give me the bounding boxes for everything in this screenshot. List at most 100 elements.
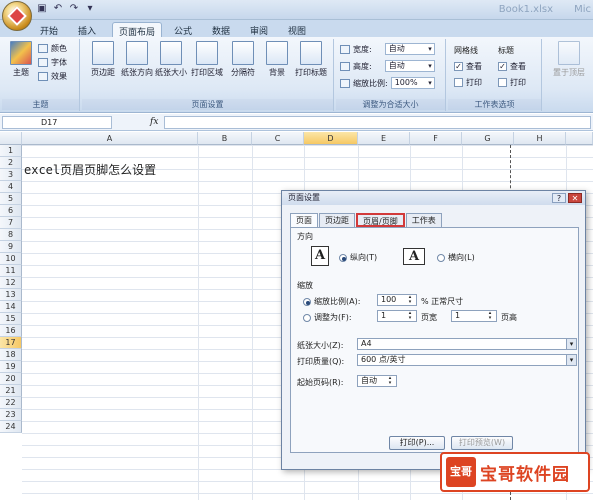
tab-home[interactable]: 开始 xyxy=(34,22,64,38)
colors-button[interactable]: 颜色 xyxy=(38,43,67,54)
print-titles-button[interactable]: 打印标题 xyxy=(294,41,328,78)
tab-sheet[interactable]: 工作表 xyxy=(405,213,442,227)
tab-margins[interactable]: 页边距 xyxy=(319,213,355,227)
help-icon[interactable]: ? xyxy=(552,193,566,203)
pages-tall-spinner[interactable]: 1 xyxy=(451,310,497,322)
row-header[interactable]: 8 xyxy=(0,229,22,241)
landscape-radio[interactable]: 横向(L) xyxy=(437,252,475,263)
close-icon[interactable]: ✕ xyxy=(568,193,582,203)
width-combo[interactable]: 自动 xyxy=(384,43,435,55)
headings-print-checkbox[interactable]: 打印 xyxy=(498,77,526,88)
adjust-spinner[interactable]: 100 xyxy=(377,294,417,306)
tab-view[interactable]: 视图 xyxy=(282,22,312,38)
height-combo[interactable]: 自动 xyxy=(384,60,435,72)
radio-icon xyxy=(339,253,347,262)
row-header[interactable]: 9 xyxy=(0,241,22,253)
row-header[interactable]: 16 xyxy=(0,325,22,337)
scale-spinner[interactable]: 100% xyxy=(390,77,435,89)
row-header[interactable]: 7 xyxy=(0,217,22,229)
redo-icon[interactable]: ↷ xyxy=(68,3,80,15)
row-header[interactable]: 4 xyxy=(0,181,22,193)
customize-qat-icon[interactable]: ▾ xyxy=(84,3,96,15)
headings-view-checkbox[interactable]: ✓ 查看 xyxy=(498,61,526,72)
cell-a1[interactable]: excel页眉页脚怎么设置 xyxy=(24,161,156,178)
size-button[interactable]: 纸张大小 xyxy=(154,41,188,78)
gridlines-view-checkbox[interactable]: ✓ 查看 xyxy=(454,61,482,72)
tab-formulas[interactable]: 公式 xyxy=(168,22,198,38)
adjust-unit-label: % 正常尺寸 xyxy=(421,297,464,306)
row-header[interactable]: 6 xyxy=(0,205,22,217)
save-icon[interactable]: ▣ xyxy=(36,3,48,15)
row-header[interactable]: 12 xyxy=(0,277,22,289)
checkbox-icon xyxy=(454,78,463,87)
orientation-button[interactable]: 纸张方向 xyxy=(120,41,154,78)
adjust-to-radio[interactable]: 缩放比例(A): xyxy=(303,296,360,307)
watermark-badge: 宝哥 xyxy=(446,457,476,487)
select-all-corner[interactable] xyxy=(0,132,22,145)
column-header-e[interactable]: E xyxy=(358,132,410,145)
tab-review[interactable]: 审阅 xyxy=(244,22,274,38)
row-header[interactable]: 15 xyxy=(0,313,22,325)
row-header[interactable]: 18 xyxy=(0,349,22,361)
formula-input[interactable] xyxy=(164,116,591,129)
column-header-partial[interactable] xyxy=(566,132,593,145)
tab-insert[interactable]: 插入 xyxy=(72,22,102,38)
dialog-title-bar[interactable]: 页面设置 ? ✕ xyxy=(282,191,585,205)
row-header[interactable]: 3 xyxy=(0,169,22,181)
column-header-g[interactable]: G xyxy=(462,132,514,145)
grid-divider xyxy=(252,145,253,500)
column-header-b[interactable]: B xyxy=(198,132,252,145)
row-header[interactable]: 11 xyxy=(0,265,22,277)
quick-access-toolbar: ▣ ↶ ↷ ▾ xyxy=(36,3,96,15)
scale-to-fit-group: 宽度:自动 高度:自动 缩放比例:100% 调整为合适大小 xyxy=(336,39,446,111)
pages-wide-spinner[interactable]: 1 xyxy=(377,310,417,322)
print-area-icon xyxy=(196,41,218,65)
row-header[interactable]: 10 xyxy=(0,253,22,265)
row-header[interactable]: 23 xyxy=(0,409,22,421)
column-header-c[interactable]: C xyxy=(252,132,304,145)
print-area-button[interactable]: 打印区域 xyxy=(190,41,224,78)
effects-icon xyxy=(38,72,48,81)
print-preview-button[interactable]: 打印预览(W) xyxy=(451,436,513,450)
themes-icon xyxy=(10,41,32,65)
fit-to-radio[interactable]: 调整为(F): xyxy=(303,312,352,323)
paper-size-select[interactable]: A4 xyxy=(357,338,577,350)
background-button[interactable]: 背景 xyxy=(260,41,294,78)
name-box[interactable]: D17 xyxy=(2,116,112,129)
tab-data[interactable]: 数据 xyxy=(206,22,236,38)
print-quality-select[interactable]: 600 点/英寸 xyxy=(357,354,577,366)
effects-button[interactable]: 效果 xyxy=(38,71,67,82)
height-row: 高度: 自动 xyxy=(340,60,435,72)
first-page-input[interactable]: 自动 xyxy=(357,375,397,387)
column-header-f[interactable]: F xyxy=(410,132,462,145)
column-header-h[interactable]: H xyxy=(514,132,566,145)
tab-page-layout[interactable]: 页面布局 xyxy=(112,22,163,38)
print-button[interactable]: 打印(P)... xyxy=(389,436,445,450)
margins-button[interactable]: 页边距 xyxy=(86,41,120,78)
tab-page[interactable]: 页面 xyxy=(290,213,318,227)
row-header[interactable]: 20 xyxy=(0,373,22,385)
row-header[interactable]: 5 xyxy=(0,193,22,205)
row-header[interactable]: 19 xyxy=(0,361,22,373)
column-header-a[interactable]: A xyxy=(22,132,198,145)
fx-icon[interactable]: fx xyxy=(150,117,158,127)
bring-to-front-button[interactable]: 置于顶层 xyxy=(548,41,590,78)
portrait-radio[interactable]: 纵向(T) xyxy=(339,252,377,263)
undo-icon[interactable]: ↶ xyxy=(52,3,64,15)
themes-button[interactable]: 主题 xyxy=(4,41,38,78)
tab-header-footer[interactable]: 页眉/页脚 xyxy=(356,213,405,227)
row-header[interactable]: 2 xyxy=(0,157,22,169)
row-header[interactable]: 14 xyxy=(0,301,22,313)
gridlines-print-checkbox[interactable]: 打印 xyxy=(454,77,482,88)
row-header[interactable]: 22 xyxy=(0,397,22,409)
column-header-d[interactable]: D xyxy=(304,132,358,145)
breaks-button[interactable]: 分隔符 xyxy=(226,41,260,78)
office-button[interactable] xyxy=(2,1,32,31)
row-header[interactable]: 13 xyxy=(0,289,22,301)
row-header[interactable]: 17 xyxy=(0,337,22,349)
fonts-button[interactable]: 字体 xyxy=(38,57,67,68)
row-header[interactable]: 24 xyxy=(0,421,22,433)
row-header[interactable]: 21 xyxy=(0,385,22,397)
row-header[interactable]: 1 xyxy=(0,145,22,157)
title-bar: ▣ ↶ ↷ ▾ Book1.xlsx Mic xyxy=(0,0,593,31)
